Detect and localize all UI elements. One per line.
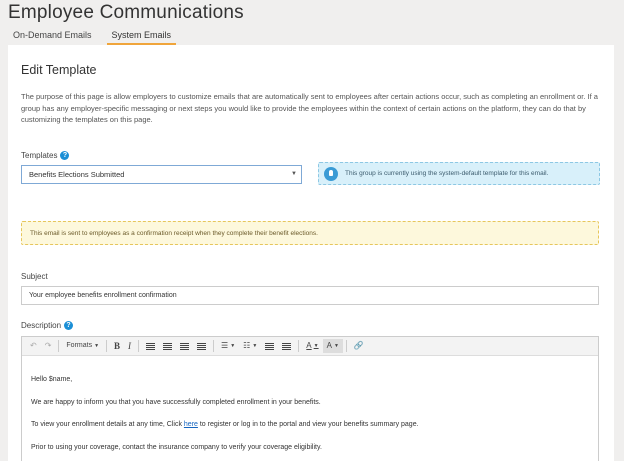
undo-icon[interactable]: ↶ [26, 339, 41, 353]
formats-label: Formats [66, 342, 93, 349]
toolbar-divider [106, 340, 108, 352]
align-right-icon[interactable] [176, 339, 193, 353]
toolbar-divider [58, 340, 60, 352]
here-link[interactable]: here [184, 421, 198, 428]
templates-label-text: Templates [21, 151, 58, 160]
caret-down-icon: ▼ [94, 343, 100, 349]
italic-button[interactable]: I [124, 339, 135, 353]
lightbulb-icon [324, 167, 338, 181]
bold-button[interactable]: B [110, 339, 124, 353]
toolbar-divider [213, 340, 215, 352]
info-box: This group is currently using the system… [318, 162, 600, 185]
help-icon[interactable]: ? [60, 151, 70, 161]
toolbar-divider [345, 340, 347, 352]
edit-template-card: Edit Template The purpose of this page i… [8, 45, 614, 461]
subject-input[interactable]: Your employee benefits enrollment confir… [21, 286, 599, 305]
toolbar-divider [138, 340, 140, 352]
templates-select[interactable]: Benefits Elections Submitted ▼ [21, 165, 302, 184]
chevron-down-icon: ▼ [291, 171, 297, 177]
tab-system-emails[interactable]: System Emails [106, 29, 177, 45]
align-left-icon[interactable] [142, 339, 159, 353]
align-justify-icon[interactable] [193, 339, 210, 353]
tab-on-demand-emails[interactable]: On-Demand Emails [8, 29, 97, 43]
link-icon[interactable]: 🔗 [350, 339, 368, 353]
toolbar-divider [298, 340, 300, 352]
info-text: This group is currently using the system… [345, 170, 549, 177]
bg-color-label: A [326, 341, 332, 350]
page-title: Employee Communications [8, 2, 244, 23]
outdent-icon[interactable] [261, 339, 278, 353]
description-label-text: Description [21, 321, 62, 330]
card-title: Edit Template [21, 63, 97, 77]
bullet-list-icon[interactable]: ☰ ▼ [217, 339, 239, 353]
editor-body[interactable]: Hello $name, We are happy to inform you … [22, 356, 598, 454]
email-line: To view your enrollment details at any t… [31, 421, 419, 428]
notice-box: This email is sent to employees as a con… [21, 221, 599, 245]
text-color-button[interactable]: A ▼ [302, 339, 322, 353]
email-line: We are happy to inform you that you have… [31, 398, 321, 406]
tabs: On-Demand Emails System Emails [8, 29, 177, 45]
editor-toolbar: ↶ ↷ Formats ▼ B I ☰ ▼ ☷ ▼ A ▼ A ▼ 🔗 [22, 337, 598, 356]
redo-icon[interactable]: ↷ [41, 339, 56, 353]
rich-text-editor[interactable]: ↶ ↷ Formats ▼ B I ☰ ▼ ☷ ▼ A ▼ A ▼ 🔗 Hello $na… [21, 336, 599, 461]
notice-text: This email is sent to employees as a con… [30, 230, 318, 237]
help-icon[interactable]: ? [64, 321, 74, 331]
email-line: Prior to using your coverage, contact th… [31, 443, 322, 451]
formats-dropdown[interactable]: Formats ▼ [62, 339, 103, 353]
email-greeting: Hello $name, [31, 376, 73, 383]
intro-text: The purpose of this page is allow employ… [21, 92, 598, 124]
indent-icon[interactable] [278, 339, 295, 353]
description-label: Description? [21, 321, 74, 331]
text-color-label: A [306, 341, 312, 350]
align-center-icon[interactable] [159, 339, 176, 353]
numbered-list-icon[interactable]: ☷ ▼ [239, 339, 261, 353]
templates-label: Templates? [21, 151, 70, 161]
templates-selected-value: Benefits Elections Submitted [29, 170, 125, 179]
background-color-button[interactable]: A ▼ [322, 339, 343, 353]
subject-label: Subject [21, 272, 48, 281]
